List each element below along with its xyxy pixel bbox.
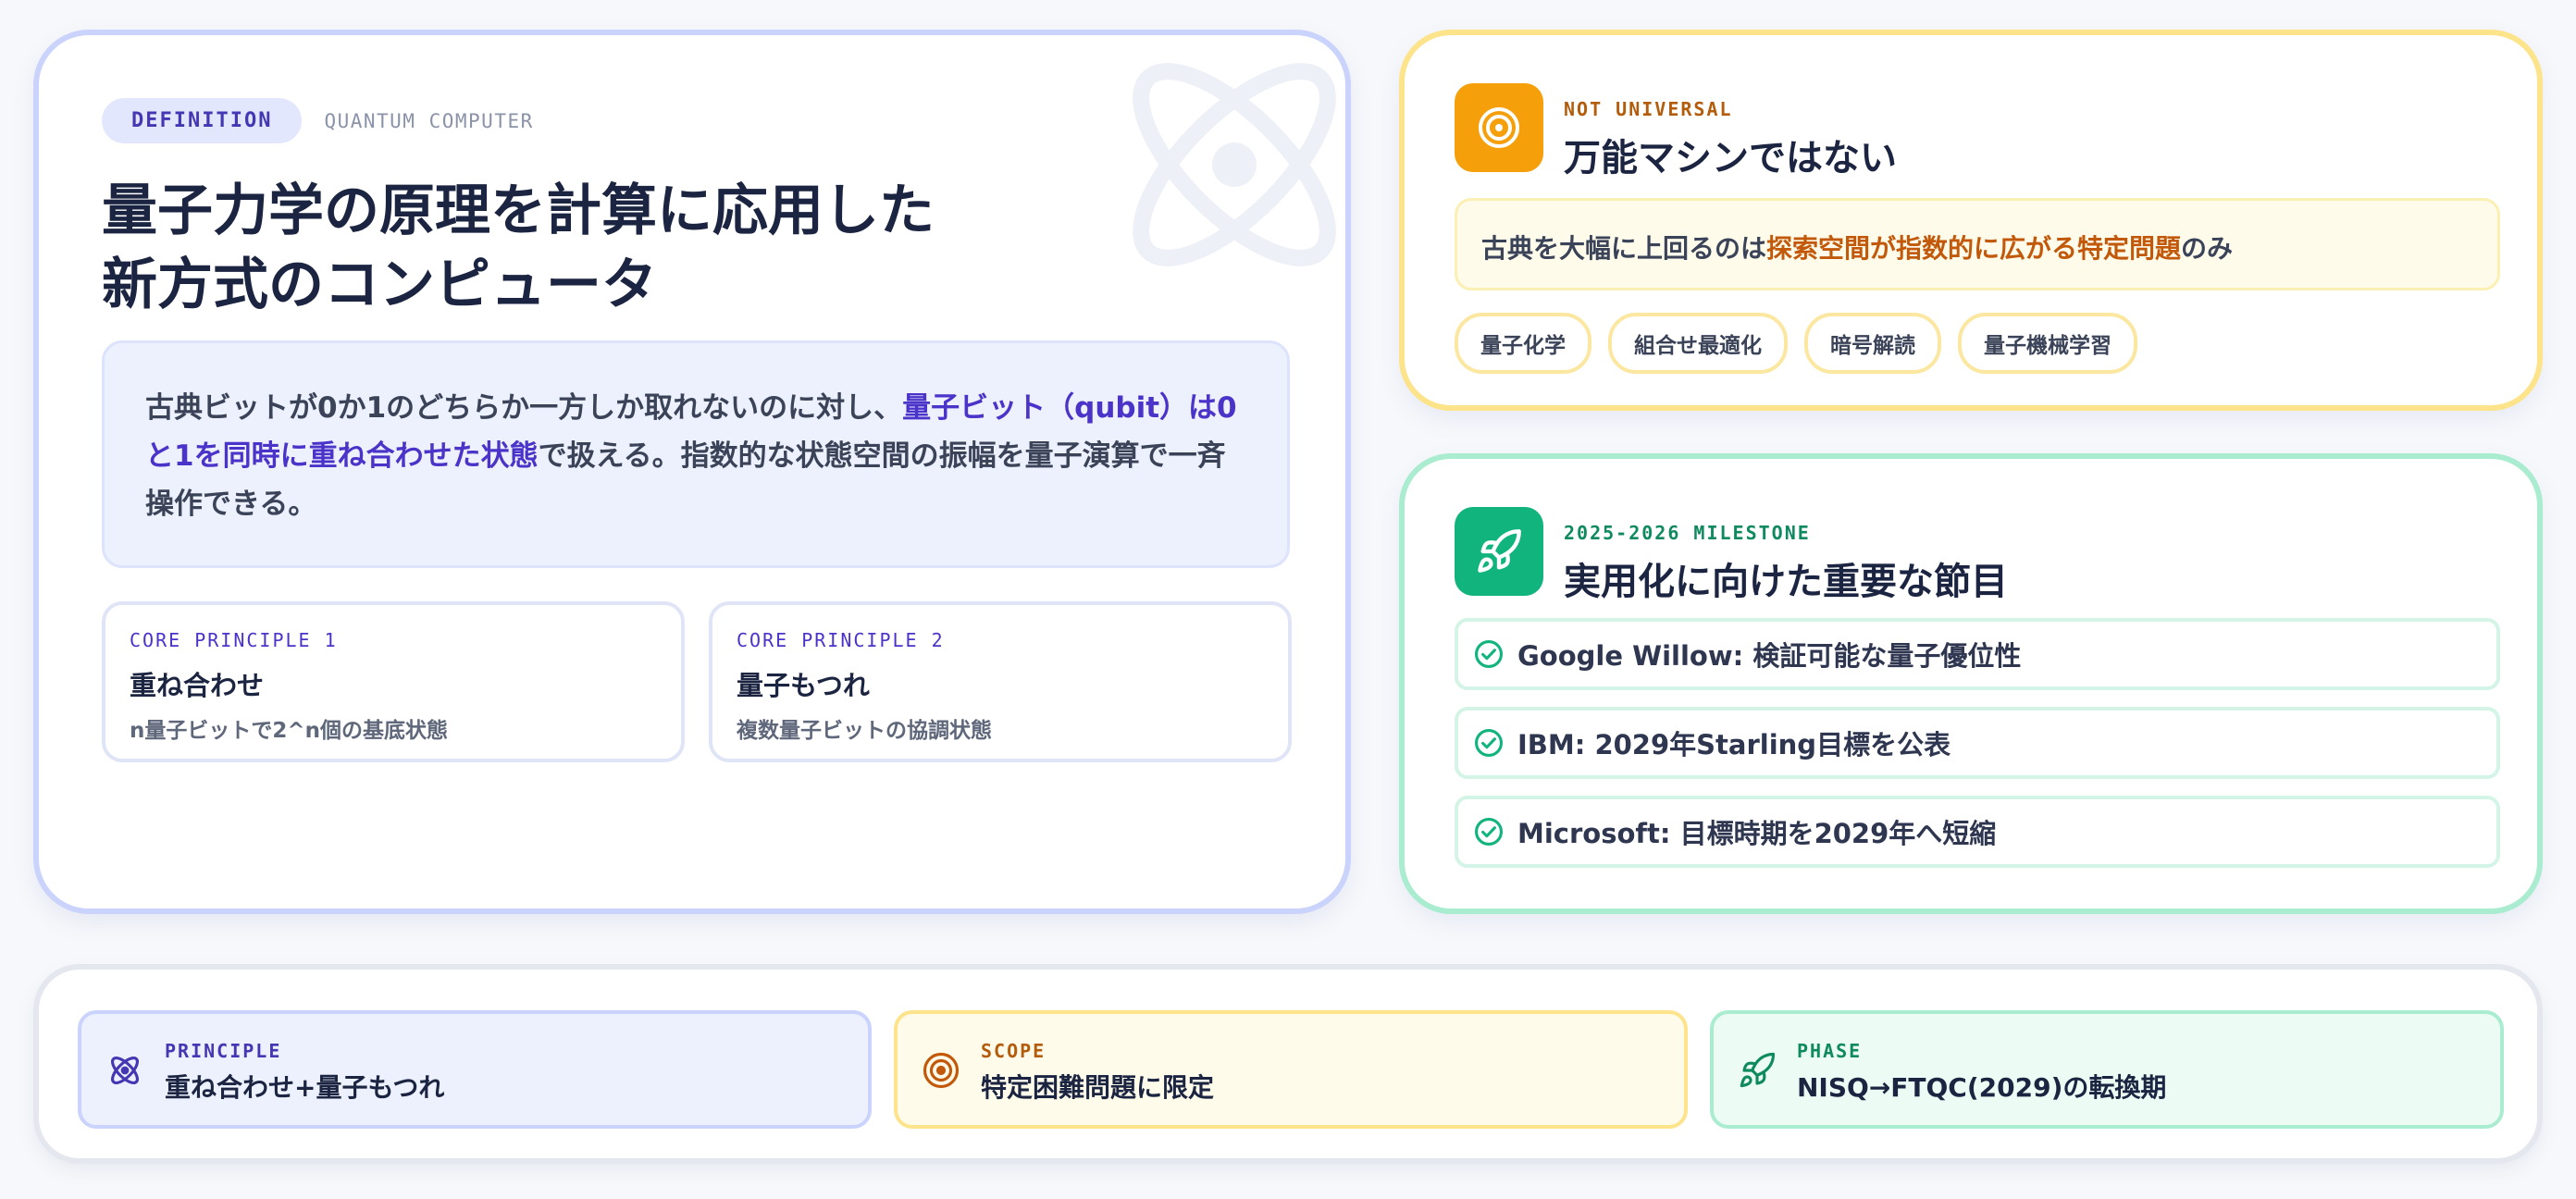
principle-title: 重ね合わせ <box>130 670 265 701</box>
chip-quantum-chemistry: 量子化学 <box>1455 313 1591 374</box>
rocket-icon <box>1455 507 1543 596</box>
rocket-icon <box>1740 1052 1776 1088</box>
definition-badge: DEFINITION <box>102 98 303 143</box>
check-circle-icon <box>1474 728 1504 758</box>
target-icon <box>1455 83 1543 172</box>
summary-text: SCOPE 特定困難問題に限定 <box>981 1040 1214 1105</box>
desc-text-pre: 古典ビットが0か1のどちらか一方しか取れないのに対し、 <box>145 391 903 425</box>
definition-card: DEFINITION QUANTUM COMPUTER 量子力学の原理を計算に応… <box>33 30 1351 914</box>
chip-quantum-ml: 量子機械学習 <box>1958 313 2137 374</box>
scope-statement: 古典を大幅に上回るのは探索空間が指数的に広がる特定問題のみ <box>1455 198 2500 290</box>
summary-value: 重ね合わせ+量子もつれ <box>165 1072 445 1103</box>
check-circle-icon <box>1474 817 1504 847</box>
principle-text: n量子ビットで2^n個の基底状態 <box>130 719 449 743</box>
scope-highlight: 探索空間が指数的に広がる特定問題 <box>1766 233 2182 264</box>
chip-combinatorial-optimization: 組合せ最適化 <box>1608 313 1788 374</box>
core-principles: CORE PRINCIPLE 1 重ね合わせ n量子ビットで2^n個の基底状態 … <box>102 601 1292 762</box>
summary-kicker: PRINCIPLE <box>165 1040 282 1062</box>
summary-text: PRINCIPLE 重ね合わせ+量子もつれ <box>165 1040 444 1105</box>
card-kicker: 2025-2026 MILESTONE <box>1564 522 1811 544</box>
milestone-card: 2025-2026 MILESTONE 実用化に向けた重要な節目 Google … <box>1399 453 2543 914</box>
milestone-text: Google Willow: 検証可能な量子優位性 <box>1517 640 2022 672</box>
card-title: 万能マシンではない <box>1564 137 1897 179</box>
milestone-item: Microsoft: 目標時期を2029年へ短縮 <box>1455 796 2500 868</box>
card-kicker: NOT UNIVERSAL <box>1564 98 1733 120</box>
milestone-text: IBM: 2029年Starling目標を公表 <box>1517 729 1951 760</box>
principle-card-2: CORE PRINCIPLE 2 量子もつれ 複数量子ビットの協調状態 <box>709 601 1292 762</box>
principle-label: CORE PRINCIPLE 1 <box>130 629 338 651</box>
summary-kicker: SCOPE <box>981 1040 1046 1062</box>
summary-value: NISQ→FTQC(2029)の転換期 <box>1797 1072 2167 1103</box>
scope-text-post: のみ <box>2181 233 2234 264</box>
definition-title: 量子力学の原理を計算に応用した 新方式のコンピュータ <box>102 174 1212 322</box>
chip-cryptanalysis: 暗号解読 <box>1804 313 1941 374</box>
principle-label: CORE PRINCIPLE 2 <box>737 629 945 651</box>
summary-value: 特定困難問題に限定 <box>981 1072 1215 1103</box>
milestone-item: Google Willow: 検証可能な量子優位性 <box>1455 618 2500 690</box>
not-universal-card: NOT UNIVERSAL 万能マシンではない 古典を大幅に上回るのは探索空間が… <box>1399 30 2543 411</box>
application-chips: 量子化学 組合せ最適化 暗号解読 量子機械学習 <box>1455 313 2137 374</box>
check-circle-icon <box>1474 639 1504 669</box>
definition-subtitle: QUANTUM COMPUTER <box>324 109 534 132</box>
summary-principle: PRINCIPLE 重ね合わせ+量子もつれ <box>78 1010 872 1129</box>
principle-title: 量子もつれ <box>737 670 870 701</box>
summary-text: PHASE NISQ→FTQC(2029)の転換期 <box>1797 1040 2166 1105</box>
summary-kicker: PHASE <box>1797 1040 1863 1062</box>
milestone-text: Microsoft: 目標時期を2029年へ短縮 <box>1517 818 1997 849</box>
definition-title-line1: 量子力学の原理を計算に応用した <box>102 179 935 243</box>
definition-title-line2: 新方式のコンピュータ <box>102 253 657 317</box>
principle-text: 複数量子ビットの協調状態 <box>737 719 992 743</box>
scope-text-pre: 古典を大幅に上回るのは <box>1481 233 1767 264</box>
target-icon <box>923 1052 960 1089</box>
card-title: 実用化に向けた重要な節目 <box>1564 561 2008 603</box>
milestone-list: Google Willow: 検証可能な量子優位性 IBM: 2029年Star… <box>1455 618 2500 884</box>
card-header: NOT UNIVERSAL 万能マシンではない <box>1564 98 1897 181</box>
milestone-item: IBM: 2029年Starling目標を公表 <box>1455 707 2500 779</box>
summary-phase: PHASE NISQ→FTQC(2029)の転換期 <box>1710 1010 2504 1129</box>
atom-icon <box>111 1057 139 1084</box>
definition-tags: DEFINITION QUANTUM COMPUTER <box>102 98 534 143</box>
card-header: 2025-2026 MILESTONE 実用化に向けた重要な節目 <box>1564 522 2008 605</box>
summary-strip: PRINCIPLE 重ね合わせ+量子もつれ SCOPE 特定困難問題に限定 PH… <box>33 964 2543 1164</box>
definition-description: 古典ビットが0か1のどちらか一方しか取れないのに対し、量子ビット（qubit）は… <box>102 340 1290 568</box>
summary-scope: SCOPE 特定困難問題に限定 <box>894 1010 1688 1129</box>
principle-card-1: CORE PRINCIPLE 1 重ね合わせ n量子ビットで2^n個の基底状態 <box>102 601 685 762</box>
